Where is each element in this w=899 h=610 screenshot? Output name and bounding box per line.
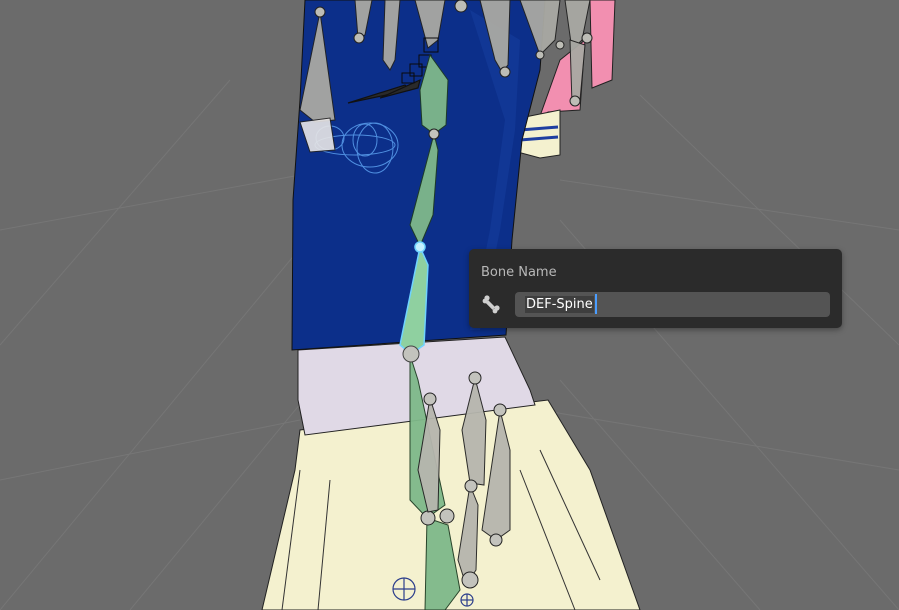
popup-title: Bone Name xyxy=(481,265,557,280)
bone-icon xyxy=(482,294,502,314)
text-cursor xyxy=(595,294,597,314)
3d-viewport[interactable]: Bone Name DEF-Spine xyxy=(0,0,899,610)
bone-name-field[interactable]: DEF-Spine xyxy=(515,292,830,317)
bone-name-value: DEF-Spine xyxy=(525,296,594,313)
bone-name-popup[interactable]: Bone Name DEF-Spine xyxy=(469,249,842,328)
